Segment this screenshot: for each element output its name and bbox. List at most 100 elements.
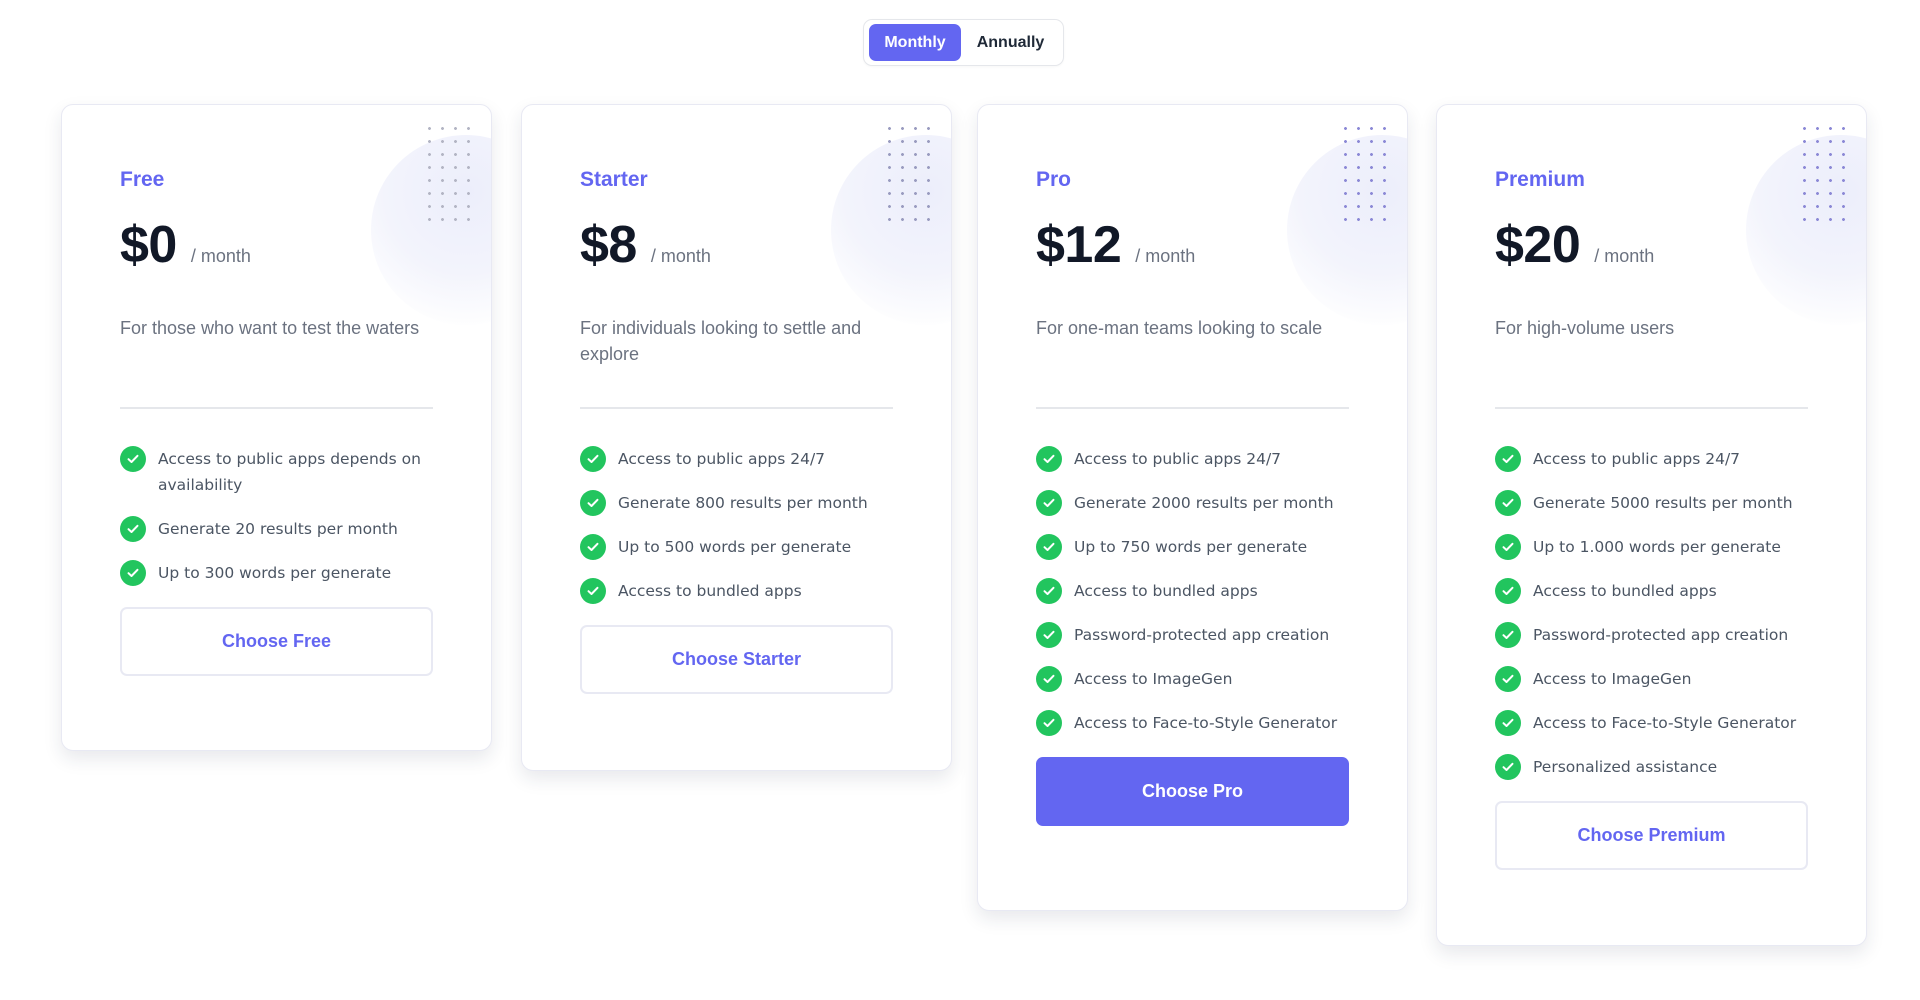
feature-text: Up to 300 words per generate: [158, 564, 392, 582]
check-icon: [1036, 622, 1062, 648]
price-row: $12 / month: [1036, 215, 1349, 275]
feature-item: Access to ImageGen: [1495, 666, 1808, 692]
feature-item: Up to 300 words per generate: [120, 560, 433, 586]
annually-toggle-button[interactable]: Annually: [963, 24, 1058, 61]
feature-item: Up to 750 words per generate: [1036, 534, 1349, 560]
check-icon: [1495, 534, 1521, 560]
feature-item: Access to Face-to-Style Generator: [1036, 710, 1349, 736]
plan-name: Pro: [1036, 168, 1072, 191]
check-icon: [1036, 490, 1062, 516]
feature-text: Up to 750 words per generate: [1074, 538, 1308, 556]
check-icon: [1495, 710, 1521, 736]
feature-item: Generate 800 results per month: [580, 490, 893, 516]
price-period: / month: [190, 246, 251, 266]
feature-item: Password-protected app creation: [1495, 622, 1808, 648]
feature-text: Generate 800 results per month: [618, 494, 868, 512]
check-icon: [1495, 446, 1521, 472]
divider: [580, 407, 893, 409]
feature-item: Access to ImageGen: [1036, 666, 1349, 692]
check-icon: [1495, 754, 1521, 780]
check-icon: [580, 534, 606, 560]
feature-item: Access to bundled apps: [1036, 578, 1349, 604]
feature-text: Generate 5000 results per month: [1533, 494, 1793, 512]
check-icon: [580, 578, 606, 604]
check-icon: [1495, 622, 1521, 648]
plan-description: For one-man teams looking to scale: [1036, 318, 1323, 338]
plan-card-pro: Pro $12 / month For one-man teams lookin…: [977, 104, 1408, 911]
feature-text: Access to Face-to-Style Generator: [1074, 714, 1338, 732]
feature-item: Up to 500 words per generate: [580, 534, 893, 560]
feature-list: Access to public apps 24/7 Generate 2000…: [1036, 446, 1349, 736]
feature-text: Up to 1.000 words per generate: [1533, 538, 1781, 556]
plan-card-starter: Starter $8 / month For individuals looki…: [521, 104, 952, 771]
plan-price: $20: [1495, 216, 1581, 274]
check-icon: [1036, 578, 1062, 604]
feature-text: Access to public apps depends on availab…: [158, 450, 421, 494]
feature-text: Access to public apps 24/7: [618, 450, 826, 468]
feature-text: Generate 20 results per month: [158, 520, 398, 538]
feature-text: Access to bundled apps: [1533, 582, 1717, 600]
check-icon: [1036, 534, 1062, 560]
feature-item: Personalized assistance: [1495, 754, 1808, 780]
feature-item: Access to public apps 24/7: [1036, 446, 1349, 472]
feature-item: Generate 20 results per month: [120, 516, 433, 542]
feature-list: Access to public apps depends on availab…: [120, 446, 433, 586]
price-row: $0 / month: [120, 215, 433, 275]
check-icon: [1036, 446, 1062, 472]
plan-card-premium: Premium $20 / month For high-volume user…: [1436, 104, 1867, 946]
feature-text: Access to public apps 24/7: [1533, 450, 1741, 468]
feature-text: Generate 2000 results per month: [1074, 494, 1334, 512]
plan-description: For those who want to test the waters: [120, 318, 420, 338]
feature-list: Access to public apps 24/7 Generate 5000…: [1495, 446, 1808, 780]
check-icon: [580, 446, 606, 472]
plan-price: $0: [120, 216, 177, 274]
price-row: $20 / month: [1495, 215, 1808, 275]
check-icon: [1036, 710, 1062, 736]
plan-description: For high-volume users: [1495, 318, 1675, 338]
choose-starter-button[interactable]: Choose Starter: [580, 625, 893, 694]
check-icon: [120, 516, 146, 542]
choose-premium-button[interactable]: Choose Premium: [1495, 801, 1808, 870]
choose-pro-button[interactable]: Choose Pro: [1036, 757, 1349, 826]
feature-item: Generate 5000 results per month: [1495, 490, 1808, 516]
check-icon: [1036, 666, 1062, 692]
feature-item: Generate 2000 results per month: [1036, 490, 1349, 516]
plan-name: Premium: [1495, 168, 1585, 191]
plan-card-free: Free $0 / month For those who want to te…: [61, 104, 492, 751]
check-icon: [120, 446, 146, 472]
feature-text: Password-protected app creation: [1074, 626, 1330, 644]
divider: [1495, 407, 1808, 409]
feature-text: Access to bundled apps: [618, 582, 802, 600]
plan-price: $8: [580, 216, 637, 274]
feature-item: Password-protected app creation: [1036, 622, 1349, 648]
feature-item: Access to public apps depends on availab…: [120, 446, 433, 498]
divider: [120, 407, 433, 409]
feature-item: Access to bundled apps: [580, 578, 893, 604]
check-icon: [1495, 578, 1521, 604]
billing-toggle: Monthly Annually: [863, 19, 1064, 66]
feature-text: Access to ImageGen: [1074, 670, 1233, 688]
feature-item: Access to public apps 24/7: [580, 446, 893, 472]
plan-description: For individuals looking to settle and ex…: [580, 318, 862, 364]
plan-name: Starter: [580, 168, 648, 191]
monthly-toggle-button[interactable]: Monthly: [869, 24, 962, 61]
check-icon: [580, 490, 606, 516]
feature-text: Up to 500 words per generate: [618, 538, 852, 556]
feature-text: Access to Face-to-Style Generator: [1533, 714, 1797, 732]
feature-item: Access to public apps 24/7: [1495, 446, 1808, 472]
price-period: / month: [1594, 246, 1655, 266]
divider: [1036, 407, 1349, 409]
price-period: / month: [650, 246, 711, 266]
price-period: / month: [1135, 246, 1196, 266]
feature-item: Access to bundled apps: [1495, 578, 1808, 604]
choose-free-button[interactable]: Choose Free: [120, 607, 433, 676]
feature-list: Access to public apps 24/7 Generate 800 …: [580, 446, 893, 604]
price-row: $8 / month: [580, 215, 893, 275]
check-icon: [1495, 666, 1521, 692]
plan-name: Free: [120, 168, 165, 191]
feature-text: Access to ImageGen: [1533, 670, 1692, 688]
feature-item: Up to 1.000 words per generate: [1495, 534, 1808, 560]
feature-text: Password-protected app creation: [1533, 626, 1789, 644]
feature-item: Access to Face-to-Style Generator: [1495, 710, 1808, 736]
plan-price: $12: [1036, 216, 1122, 274]
